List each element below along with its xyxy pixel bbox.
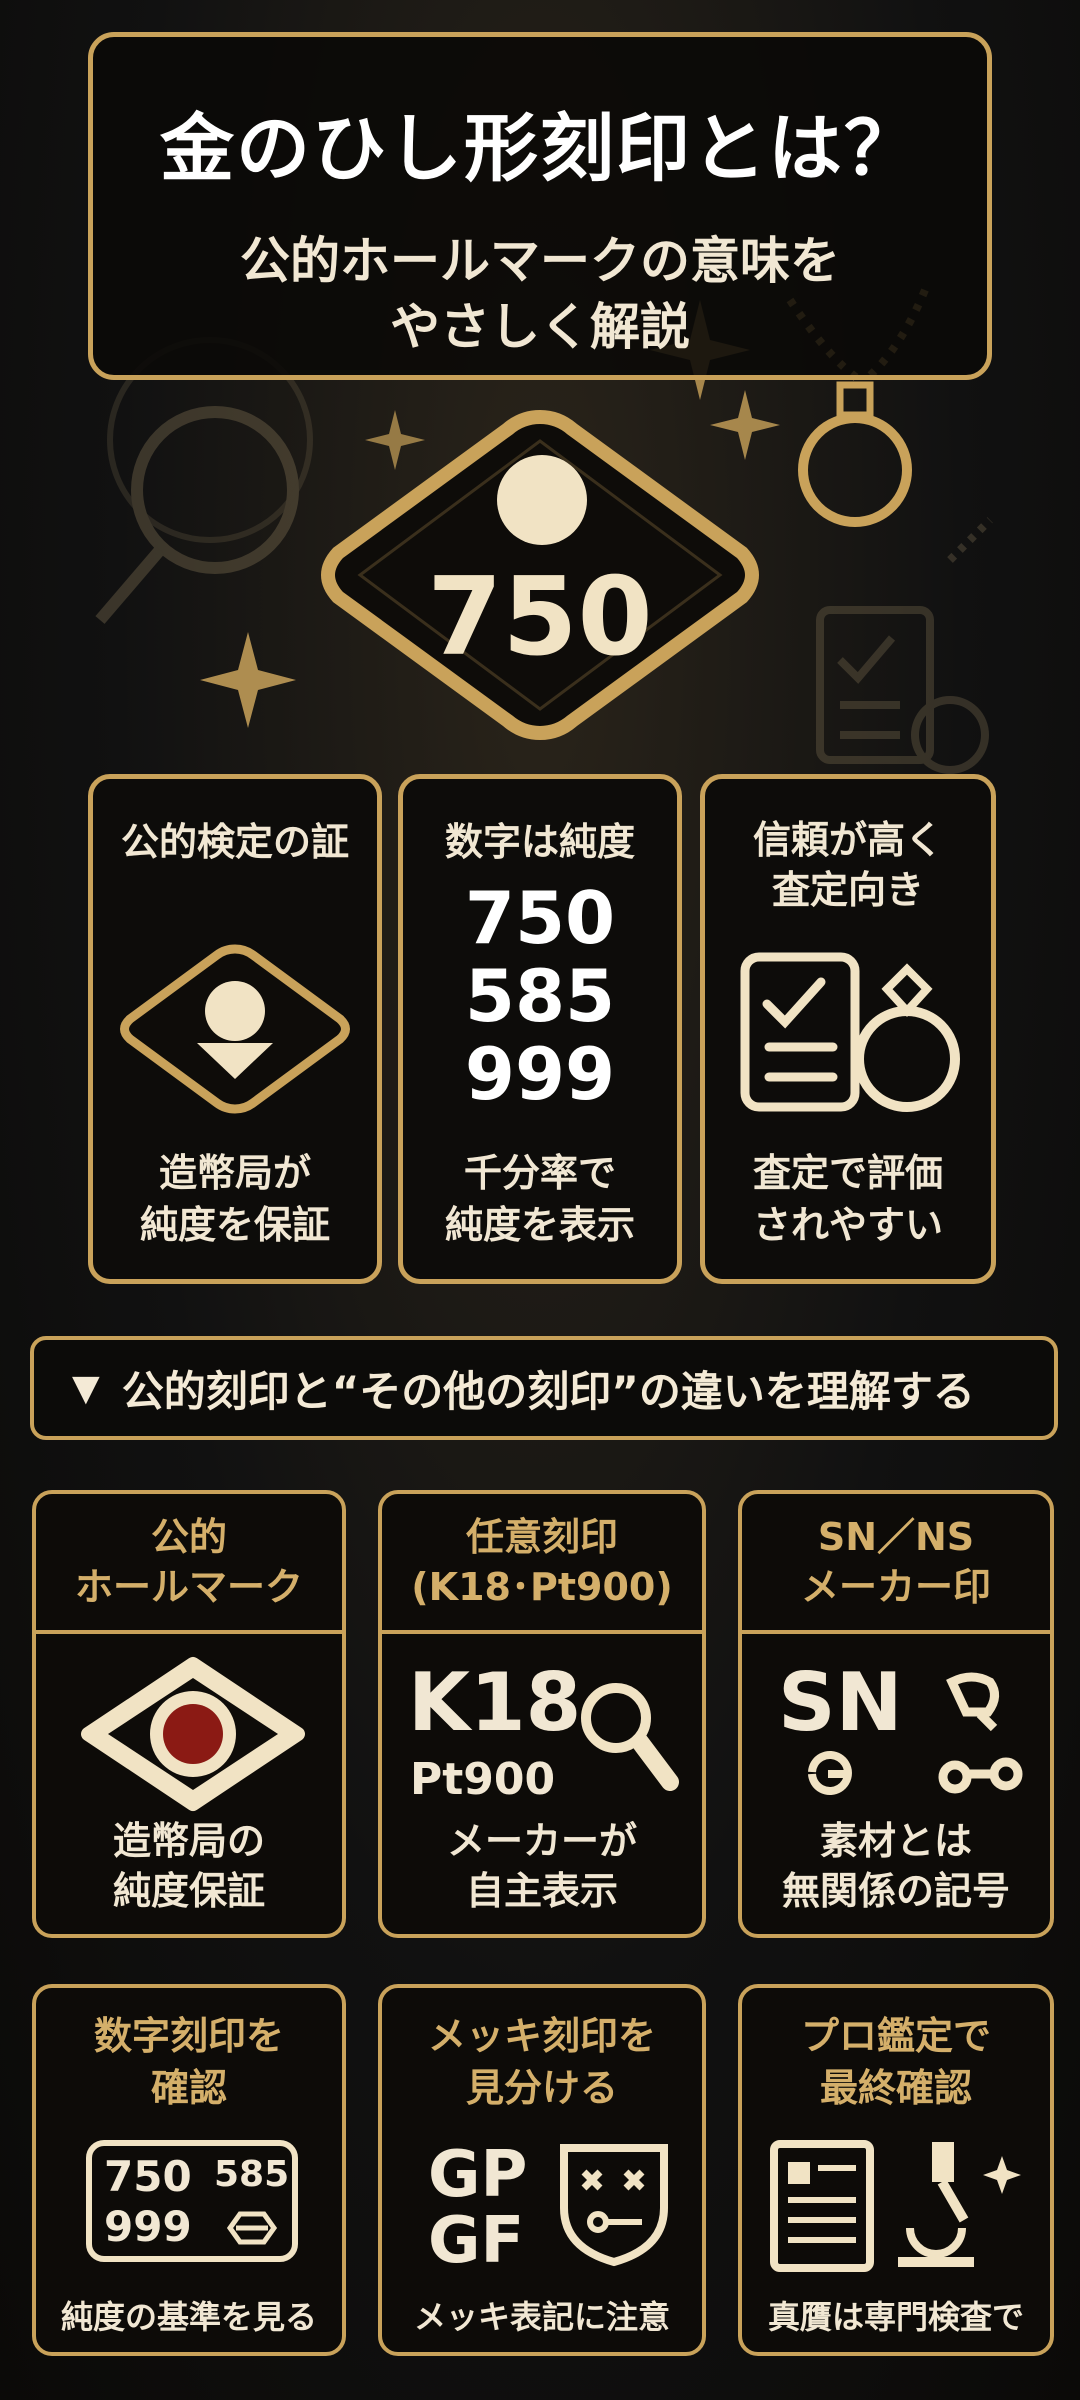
pt900-mark: Pt900 [410,1754,556,1805]
page-title: 金のひし形刻印とは？ [160,106,920,192]
number-stamp: 750 585 999 [86,2140,298,2262]
hallmark-number: 750 [427,555,653,680]
compare-card-voluntary: 任意刻印 (K18･Pt900) K18 Pt900 メーカーが 自主表示 [378,1490,706,1938]
red-dot-diamond-icon [81,1657,305,1811]
tip-card-plating: メッキ刻印を 見分ける GP GF メッキ表記に注意 [378,1984,706,2356]
feature-card-purity: 数字は純度 750 585 999 千分率で 純度を表示 [398,774,682,1284]
gp-mark: GP [428,2138,528,2212]
compare-card-maker: SN／NS メーカー印 SN 素材とは 無関係の記号 [738,1490,1054,1938]
section-header: ▼ 公的刻印と“その他の刻印”の違いを理解する [30,1336,1058,1440]
feature-card-official: 公的検定の証 造幣局が 純度を保証 [88,774,382,1284]
gf-mark: GF [428,2204,525,2278]
certificate-microscope-icon [770,2140,1021,2272]
page-subtitle: 公的ホールマークの意味を やさしく解説 [240,232,840,356]
tip-card-numbers: 数字刻印を 確認 750 585 999 純度の基準を見る [32,1984,346,2356]
checklist-ring-icon [740,952,960,1112]
maker-symbols-icon [808,1672,1023,1795]
small-diamond-icon [226,2211,278,2245]
feature-card-trust: 信頼が高く 査定向き 査定で評価 されやすい [700,774,996,1284]
magnifier-icon [581,1683,679,1791]
compare-card-hallmark: 公的 ホールマーク 造幣局の 純度保証 [32,1490,346,1938]
k18-mark: K18 [408,1656,582,1749]
tip-card-appraisal: プロ鑑定で 最終確認 真贋は専門検査で [738,1984,1054,2356]
purity-numbers: 750 585 999 [464,876,616,1116]
section-title: 公的刻印と“その他の刻印”の違いを理解する [121,1366,975,1416]
triangle-down-icon: ▼ [72,1367,100,1409]
official-mark-icon [120,944,350,1114]
checklist-decoration-icon [816,517,993,774]
title-box: 金のひし形刻印とは？ 公的ホールマークの意味を やさしく解説 [88,32,992,380]
magnifier-decoration-icon [95,337,313,624]
hallmark-diamond: 750 [310,405,770,745]
shield-x-icon [560,2144,668,2267]
